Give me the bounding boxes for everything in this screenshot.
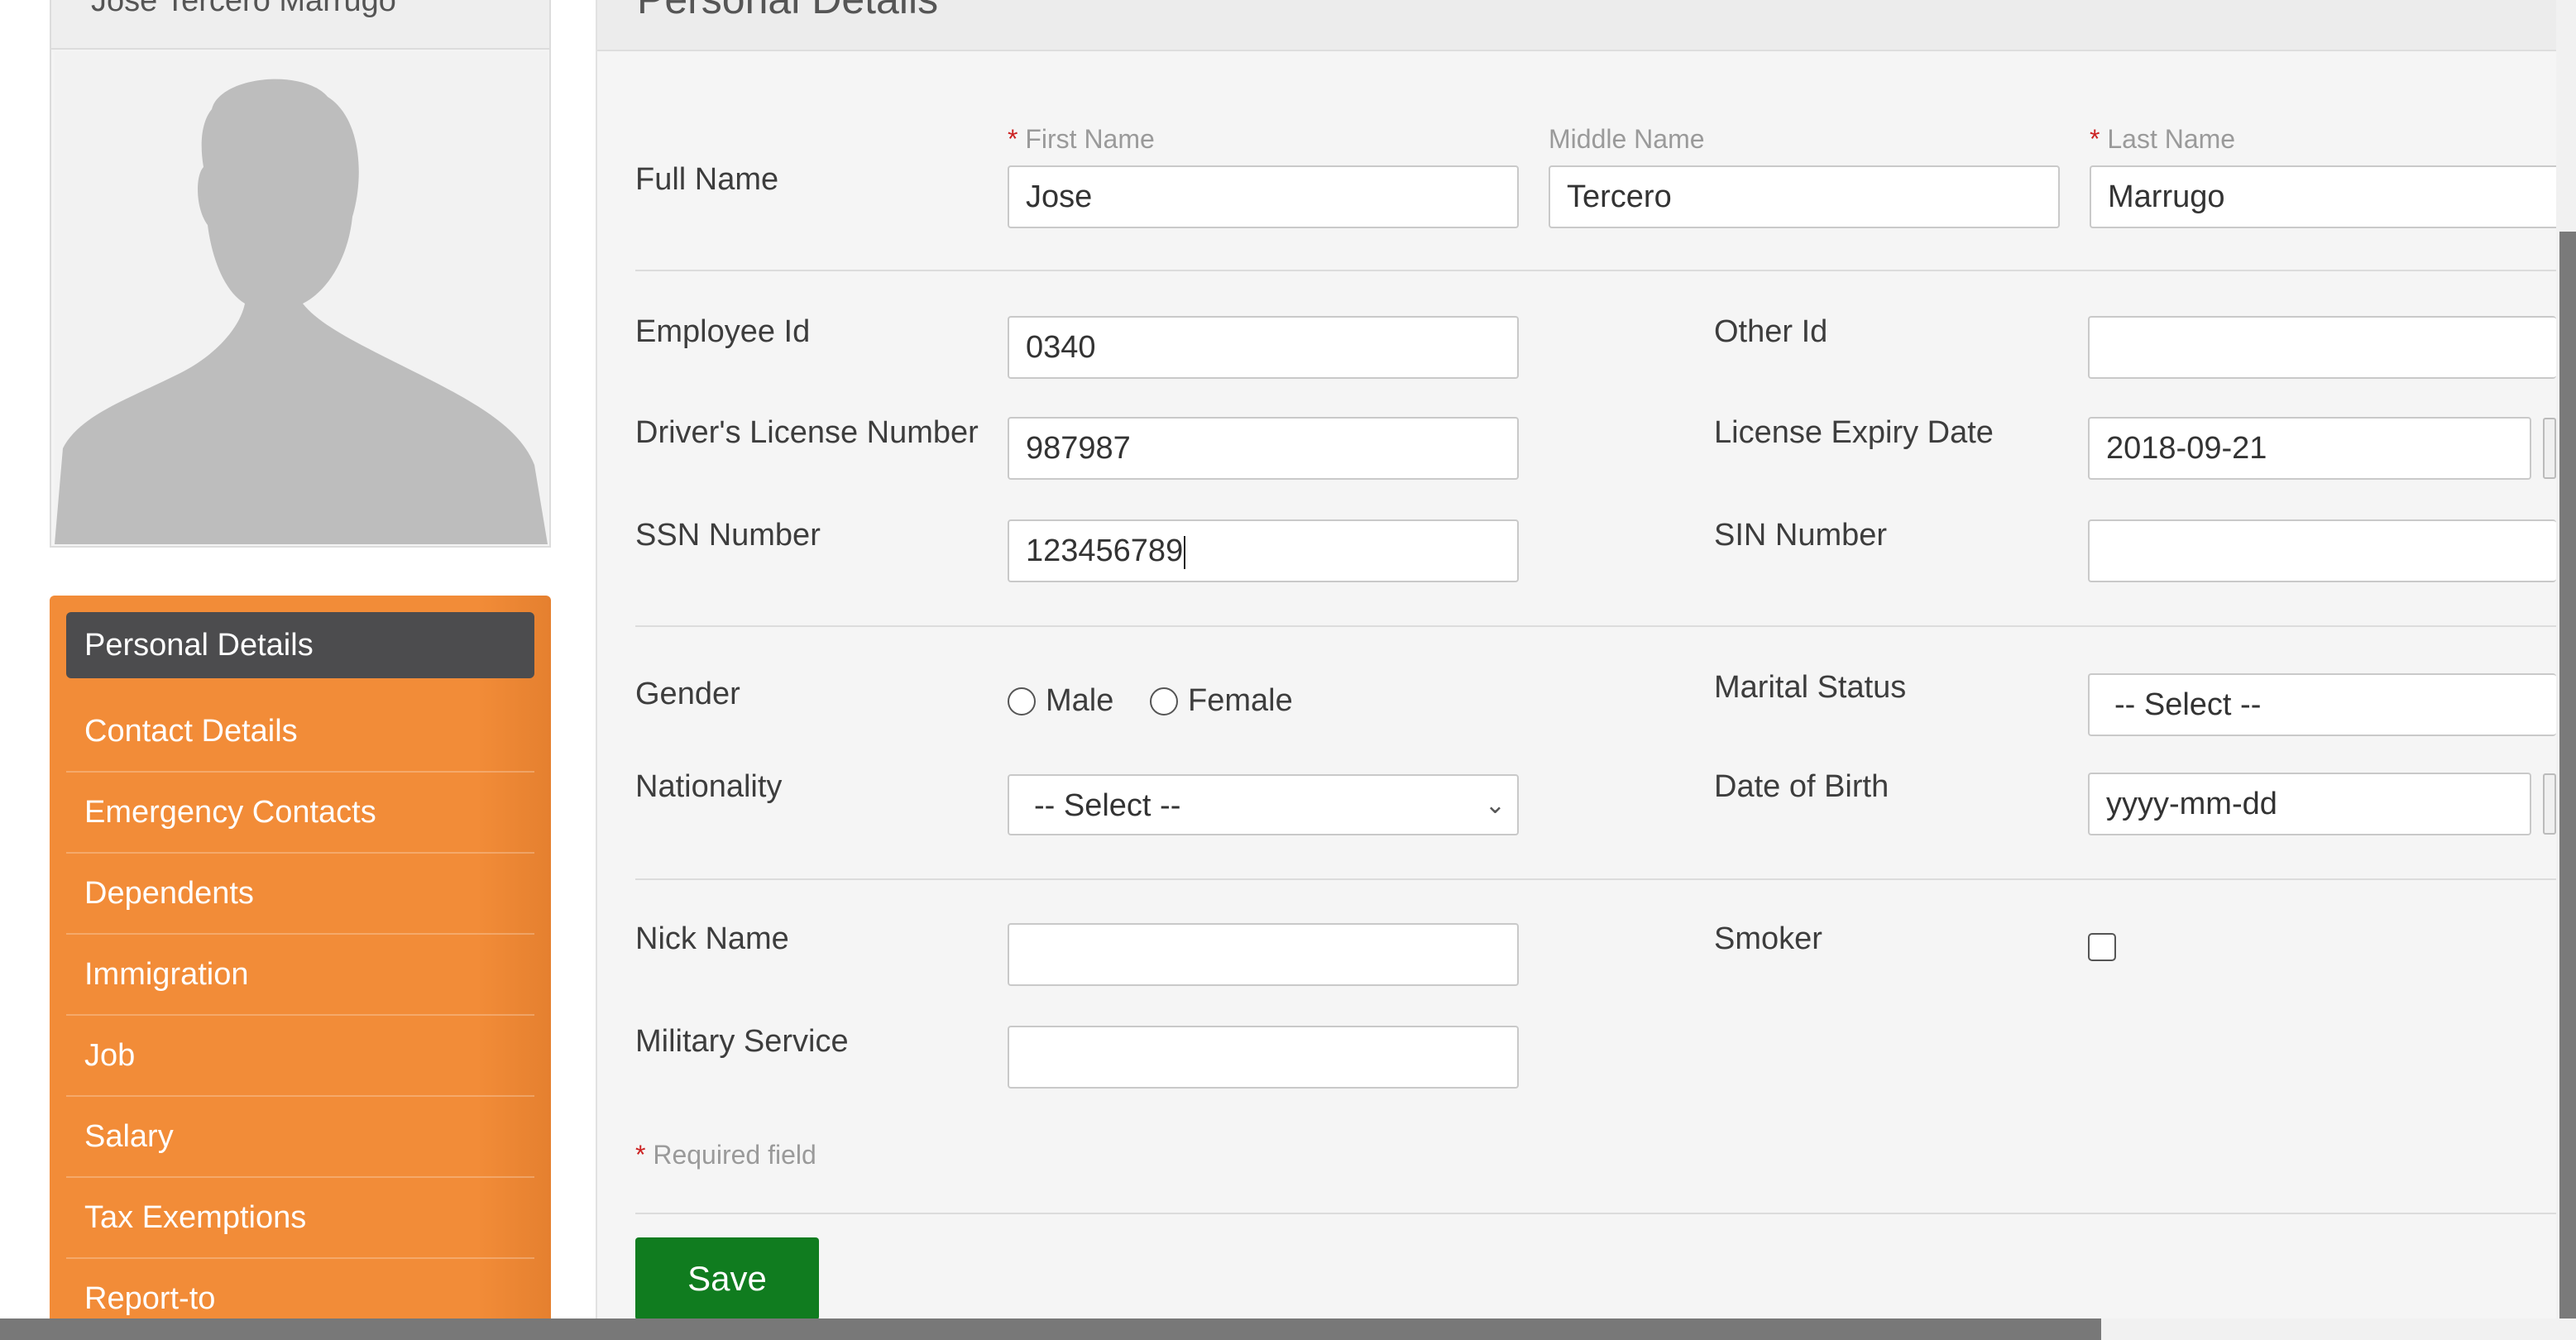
required-star: *: [2090, 124, 2100, 154]
employee-id-label: Employee Id: [635, 314, 811, 349]
ssn-value: 123456789: [1026, 534, 1184, 568]
avatar-silhouette-icon: [55, 51, 548, 544]
license-expiry-label: License Expiry Date: [1714, 415, 1994, 450]
section-divider: [635, 1213, 2556, 1214]
gender-label: Gender: [635, 677, 740, 711]
other-id-input[interactable]: [2088, 316, 2556, 379]
vertical-scrollbar-thumb[interactable]: [2559, 232, 2576, 1340]
chevron-down-icon: ⌄: [1484, 792, 1506, 819]
marital-status-label: Marital Status: [1714, 670, 1907, 705]
radio-circle-icon: [1008, 687, 1036, 715]
gender-female-label: Female: [1188, 683, 1293, 718]
required-field-note: * Required field: [635, 1140, 816, 1170]
calendar-icon[interactable]: [2543, 773, 2556, 835]
save-button[interactable]: Save: [635, 1237, 819, 1320]
dob-label: Date of Birth: [1714, 769, 1889, 804]
drivers-license-label: Driver's License Number: [635, 415, 979, 450]
menu-item-job[interactable]: Job: [66, 1016, 534, 1097]
military-service-input[interactable]: [1008, 1026, 1519, 1089]
middle-name-label: Middle Name: [1549, 124, 1705, 154]
ssn-label: SSN Number: [635, 518, 821, 553]
employee-side-menu: Personal Details Contact Details Emergen…: [50, 596, 551, 1340]
gender-male-label: Male: [1046, 683, 1114, 718]
text-caret: [1184, 535, 1186, 569]
gender-female-radio[interactable]: Female: [1150, 683, 1293, 719]
nationality-select[interactable]: -- Select -- ⌄: [1008, 774, 1519, 835]
menu-item-personal-details[interactable]: Personal Details: [66, 612, 534, 678]
sin-label: SIN Number: [1714, 518, 1888, 553]
menu-item-emergency-contacts[interactable]: Emergency Contacts: [66, 773, 534, 854]
other-id-label: Other Id: [1714, 314, 1828, 349]
smoker-label: Smoker: [1714, 921, 1822, 956]
radio-circle-icon: [1150, 687, 1178, 715]
profile-name: Jose Tercero Marrugo: [51, 0, 549, 50]
section-divider: [635, 625, 2556, 627]
nick-name-input[interactable]: [1008, 923, 1519, 986]
profile-card: Jose Tercero Marrugo: [50, 0, 551, 548]
sin-input[interactable]: [2088, 519, 2556, 582]
middle-name-input[interactable]: Tercero: [1549, 165, 2060, 228]
required-star: *: [635, 1140, 646, 1170]
license-expiry-input[interactable]: 2018-09-21: [2088, 417, 2531, 480]
military-service-label: Military Service: [635, 1024, 849, 1059]
first-name-label: * First Name: [1008, 124, 1155, 155]
nationality-label: Nationality: [635, 769, 783, 804]
drivers-license-input[interactable]: 987987: [1008, 417, 1519, 480]
section-divider: [635, 270, 2556, 271]
menu-item-tax-exemptions[interactable]: Tax Exemptions: [66, 1178, 534, 1259]
smoker-checkbox[interactable]: [2088, 933, 2116, 961]
nick-name-label: Nick Name: [635, 921, 789, 956]
menu-item-immigration[interactable]: Immigration: [66, 935, 534, 1016]
panel-title: Personal Details: [597, 0, 2556, 51]
first-name-input[interactable]: Jose: [1008, 165, 1519, 228]
employee-id-input[interactable]: 0340: [1008, 316, 1519, 379]
calendar-icon[interactable]: [2543, 418, 2556, 479]
horizontal-scrollbar-thumb[interactable]: [0, 1318, 2101, 1340]
menu-item-contact-details[interactable]: Contact Details: [66, 692, 534, 773]
profile-photo[interactable]: [55, 51, 548, 544]
section-divider: [635, 878, 2556, 880]
ssn-input[interactable]: 123456789: [1008, 519, 1519, 582]
first-name-label-text: First Name: [1025, 124, 1155, 154]
nationality-value: -- Select --: [1034, 788, 1181, 823]
last-name-label-text: Last Name: [2107, 124, 2236, 154]
marital-status-select[interactable]: -- Select --: [2088, 673, 2556, 736]
gender-male-radio[interactable]: Male: [1008, 683, 1113, 719]
menu-item-dependents[interactable]: Dependents: [66, 854, 534, 935]
last-name-input[interactable]: Marrugo: [2090, 165, 2556, 228]
required-star: *: [1008, 124, 1018, 154]
dob-input[interactable]: yyyy-mm-dd: [2088, 773, 2531, 835]
full-name-label: Full Name: [635, 162, 779, 197]
menu-item-salary[interactable]: Salary: [66, 1097, 534, 1178]
required-field-text: Required field: [653, 1140, 816, 1170]
last-name-label: * Last Name: [2090, 124, 2235, 155]
